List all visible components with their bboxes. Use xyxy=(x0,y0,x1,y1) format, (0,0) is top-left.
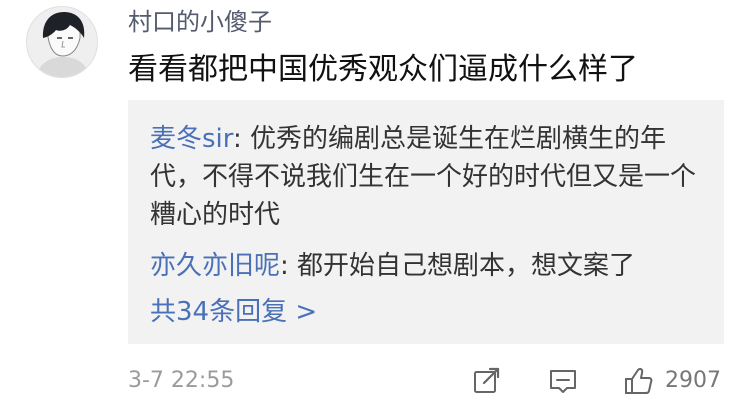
reply-author[interactable]: 亦久亦旧呢 xyxy=(150,251,280,281)
avatar[interactable] xyxy=(26,6,98,78)
view-more-replies-link[interactable]: 共34条回复 > xyxy=(150,293,317,331)
like-count: 2907 xyxy=(665,368,721,393)
reply-separator: : xyxy=(233,124,251,154)
reply-item: 麦冬sir: 优秀的编剧总是诞生在烂剧横生的年代，不得不说我们生在一个好的时代但… xyxy=(150,120,710,234)
avatar-illustration xyxy=(27,7,97,77)
comment-item: 村口的小傻子 看看都把中国优秀观众们逼成什么样了 麦冬sir: 优秀的编剧总是诞… xyxy=(0,0,750,411)
thumbs-up-icon[interactable] xyxy=(622,364,656,398)
reply-item: 亦久亦旧呢: 都开始自己想剧本，想文案了 xyxy=(150,247,710,285)
reply-separator: : xyxy=(280,251,298,281)
username[interactable]: 村口的小傻子 xyxy=(128,5,272,39)
comment-icon[interactable] xyxy=(546,364,580,398)
timestamp: 3-7 22:55 xyxy=(128,368,235,393)
reply-preview-box[interactable]: 麦冬sir: 优秀的编剧总是诞生在烂剧横生的年代，不得不说我们生在一个好的时代但… xyxy=(128,100,724,344)
reply-text: 都开始自己想剧本，想文案了 xyxy=(297,251,636,281)
share-icon[interactable] xyxy=(470,364,504,398)
reply-author[interactable]: 麦冬sir xyxy=(150,124,233,154)
comment-text: 看看都把中国优秀观众们逼成什么样了 xyxy=(128,52,638,87)
